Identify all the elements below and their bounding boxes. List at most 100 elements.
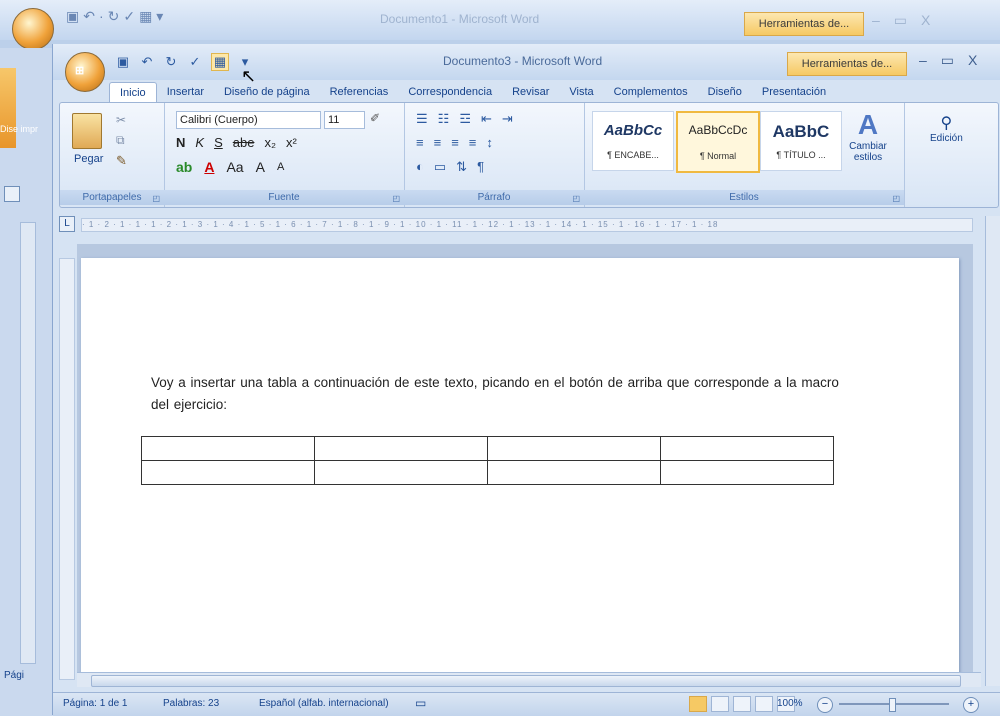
document-page[interactable]: Voy a insertar una tabla a continuación … [81,258,959,678]
tab-referencias[interactable]: Referencias [320,82,399,102]
font-name-select[interactable]: Calibri (Cuerpo) [176,111,321,129]
align-right-icon[interactable]: ≡ [451,135,459,150]
paste-button-label[interactable]: Pegar [74,153,103,165]
full-screen-view-button[interactable] [711,696,729,712]
tab-selector-button[interactable]: L [59,216,75,232]
italic-button[interactable]: K [195,135,204,150]
web-layout-view-button[interactable] [733,696,751,712]
redo-icon[interactable]: ↻ [163,54,179,70]
increase-indent-icon[interactable]: ⇥ [502,111,513,127]
background-window-controls[interactable]: –▭X [872,12,944,29]
clear-format-icon[interactable]: ✐ [370,111,380,125]
decrease-indent-icon[interactable]: ⇤ [481,111,492,127]
undo-icon[interactable]: ↶ [139,54,155,70]
style-normal[interactable]: AaBbCcDc ¶ Normal [676,111,760,173]
vertical-scrollbar[interactable] [985,216,1000,686]
format-painter-icon[interactable]: ✎ [116,153,127,169]
page-count[interactable]: Página: 1 de 1 [63,698,128,709]
sort-icon[interactable]: ⇅ [456,159,467,175]
dialog-launcher-icon[interactable]: ◰ [572,194,580,203]
align-center-icon[interactable]: ≡ [434,135,442,150]
align-left-icon[interactable]: ≡ [416,135,424,150]
justify-icon[interactable]: ≡ [469,135,477,150]
tab-correspondencia[interactable]: Correspondencia [398,82,502,102]
tab-diseno[interactable]: Diseño [698,82,752,102]
editing-button[interactable]: ⚲ Edición [930,113,963,144]
strikethrough-button[interactable]: abe [233,135,255,150]
document-paragraph[interactable]: Voy a insertar una tabla a continuación … [151,372,841,416]
word-window: ⊞ ▣ ↶ ↻ ✓ ▦ ▾ ↖ Documento3 - Microsoft W… [52,44,1000,716]
borders-icon[interactable]: ▭ [434,159,446,175]
table-cell[interactable] [314,436,488,461]
cut-icon[interactable]: ✂ [116,113,126,127]
dialog-launcher-icon[interactable]: ◰ [392,194,400,203]
tab-revisar[interactable]: Revisar [502,82,559,102]
line-spacing-icon[interactable]: ↕ [486,135,493,150]
font-format-row: N K S abe x₂ x² [176,135,297,150]
macro-record-icon[interactable]: ▭ [415,696,426,710]
show-marks-icon[interactable]: ¶ [477,159,484,175]
background-quick-access-toolbar[interactable]: ▣↶·↻✓▦▾ [66,8,167,25]
context-tab-table-tools[interactable]: Herramientas de... [787,52,907,76]
table-cell[interactable] [314,460,488,485]
save-icon[interactable]: ▣ [115,54,131,70]
macro-table-button[interactable]: ▦ [211,53,229,71]
close-button[interactable]: X [968,52,977,69]
background-office-button[interactable] [12,8,54,50]
subscript-button[interactable]: x₂ [264,135,276,150]
background-ruler-button[interactable] [4,186,20,202]
horizontal-scrollbar[interactable] [77,672,981,687]
minimize-button[interactable]: – [919,52,927,69]
change-styles-button[interactable]: A Cambiar estilos [842,109,894,163]
font-size-select[interactable]: 11 [324,111,365,129]
tab-presentacion[interactable]: Presentación [752,82,836,102]
word-count[interactable]: Palabras: 23 [163,698,219,709]
document-table[interactable] [141,436,834,485]
table-cell[interactable] [660,436,834,461]
zoom-out-button[interactable]: − [817,697,833,713]
dialog-launcher-icon[interactable]: ◰ [152,194,160,203]
language-indicator[interactable]: Español (alfab. internacional) [259,698,389,709]
style-name: ¶ TÍTULO ... [776,150,826,160]
table-cell[interactable] [487,460,661,485]
zoom-in-button[interactable]: + [963,697,979,713]
table-cell[interactable] [487,436,661,461]
table-cell[interactable] [141,460,315,485]
shrink-font-button[interactable]: A [277,161,284,173]
bullets-icon[interactable]: ☰ [416,111,428,127]
tab-inicio[interactable]: Inicio [109,82,157,103]
grow-font-button[interactable]: A [256,159,265,175]
tab-vista[interactable]: Vista [559,82,603,102]
spelling-icon[interactable]: ✓ [187,54,203,70]
superscript-button[interactable]: x² [286,135,297,150]
dialog-launcher-icon[interactable]: ◰ [892,194,900,203]
table-cell[interactable] [141,436,315,461]
background-home-tab[interactable] [0,68,16,148]
multilevel-list-icon[interactable]: ☲ [459,111,471,127]
print-layout-view-button[interactable] [689,696,707,712]
numbering-icon[interactable]: ☷ [438,111,450,127]
horizontal-ruler[interactable]: · 1 · 2 · 1 · 1 · 1 · 2 · 1 · 3 · 1 · 4 … [81,218,973,232]
copy-icon[interactable]: ⧉ [116,133,125,148]
tab-diseno-pagina[interactable]: Diseño de página [214,82,320,102]
zoom-level[interactable]: 100% [777,698,803,709]
tab-complementos[interactable]: Complementos [604,82,698,102]
shading-icon[interactable]: ◐ [416,159,424,175]
font-color-icon[interactable]: A [204,159,214,175]
tab-insertar[interactable]: Insertar [157,82,214,102]
maximize-button[interactable]: ▭ [941,52,954,69]
style-heading[interactable]: AaBbCc ¶ ENCABE... [592,111,674,171]
change-case-button[interactable]: Aa [226,159,243,175]
office-button[interactable]: ⊞ [65,52,105,92]
style-title[interactable]: AaBbC ¶ TÍTULO ... [760,111,842,171]
table-cell[interactable] [660,460,834,485]
zoom-slider-thumb[interactable] [889,698,896,712]
bold-button[interactable]: N [176,135,185,150]
outline-view-button[interactable] [755,696,773,712]
highlight-color-icon[interactable]: ab [176,159,192,175]
vertical-ruler[interactable] [59,258,75,680]
horizontal-scroll-thumb[interactable] [91,675,961,687]
background-context-tab[interactable]: Herramientas de... [744,12,864,36]
underline-button[interactable]: S [214,135,223,150]
paste-icon[interactable] [72,113,102,149]
